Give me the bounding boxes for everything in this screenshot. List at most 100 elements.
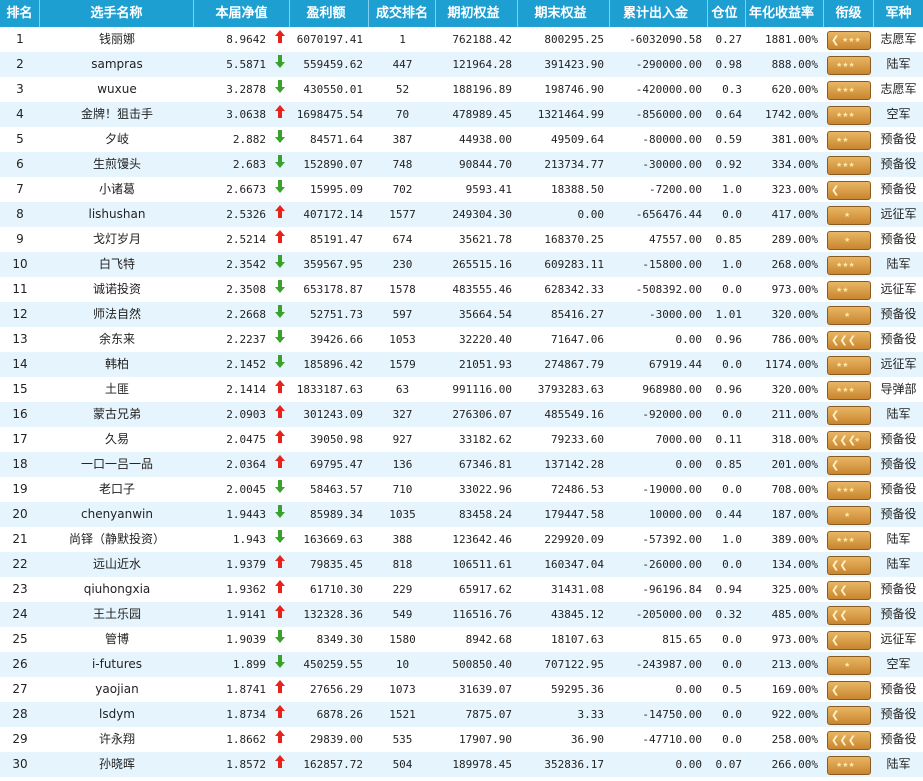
player-name-link[interactable]: 小诸葛: [40, 177, 194, 202]
military-rank-insignia-icon: ★: [827, 206, 871, 225]
player-name-link[interactable]: 金牌！狙击手: [40, 102, 194, 127]
header-annual-return[interactable]: 年化收益率: [746, 0, 824, 27]
table-row[interactable]: 18 一口一吕一品 2.0364 69795.47 136 67346.81 137142.…: [0, 452, 923, 477]
begin-equity-cell: 116516.76: [452, 608, 512, 621]
table-row[interactable]: 15 土匪 2.1414 1833187.63 63 991116.00 3793283.6…: [0, 377, 923, 402]
header-army-branch[interactable]: 军种: [874, 0, 923, 27]
nav-cell: 5.5871: [226, 58, 266, 71]
military-rank-insignia-icon: ❮: [827, 406, 871, 425]
player-name-link[interactable]: 管博: [40, 627, 194, 652]
table-row[interactable]: 3 wuxue 3.2878 430550.01 52 188196.89 198746.9…: [0, 77, 923, 102]
player-name-link[interactable]: 尚铎（静默投资）: [40, 527, 194, 552]
player-name-link[interactable]: 钱丽娜: [40, 27, 194, 52]
army-branch-cell: 预备役: [880, 157, 917, 171]
player-name-link[interactable]: 许永翔: [40, 727, 194, 752]
header-end-equity[interactable]: 期末权益: [518, 0, 610, 27]
player-name-link[interactable]: 土匪: [40, 377, 194, 402]
table-row[interactable]: 27 yaojian 1.8741 27656.29 1073 31639.07 59295…: [0, 677, 923, 702]
player-name-link[interactable]: 王土乐园: [40, 602, 194, 627]
table-row[interactable]: 21 尚铎（静默投资） 1.943 163669.63 388 123642.46 2299…: [0, 527, 923, 552]
player-name-link[interactable]: 生煎馒头: [40, 152, 194, 177]
header-rank[interactable]: 排名: [0, 0, 40, 27]
table-row[interactable]: 17 久易 2.0475 39050.98 927 33182.62 79233.60 700…: [0, 427, 923, 452]
table-row[interactable]: 25 管博 1.9039 8349.30 1580 8942.68 18107.63 815.…: [0, 627, 923, 652]
table-row[interactable]: 6 生煎馒头 2.683 152890.07 748 90844.70 213734.77 -…: [0, 152, 923, 177]
table-row[interactable]: 30 孙晓晖 1.8572 162857.72 504 189978.45 352836.1…: [0, 752, 923, 777]
player-name-link[interactable]: i-futures: [40, 652, 194, 677]
table-row[interactable]: 19 老口子 2.0045 58463.57 710 33022.96 72486.53 -1…: [0, 477, 923, 502]
player-name-link[interactable]: sampras: [40, 52, 194, 77]
arrow-down-icon: [270, 477, 290, 502]
nav-cell: 8.9642: [226, 33, 266, 46]
table-row[interactable]: 4 金牌！狙击手 3.0638 1698475.54 70 478989.45 132146…: [0, 102, 923, 127]
military-rank-insignia-icon: ★★: [827, 131, 871, 150]
annual-return-cell: 268.00%: [771, 258, 818, 271]
table-row[interactable]: 14 韩柏 2.1452 185896.42 1579 21051.93 274867.79…: [0, 352, 923, 377]
position-cell: 0.27: [715, 33, 743, 46]
table-row[interactable]: 23 qiuhongxia 1.9362 61710.30 229 65917.62 314…: [0, 577, 923, 602]
player-name-link[interactable]: 余东来: [40, 327, 194, 352]
profit-cell: 359567.95: [303, 258, 363, 271]
player-name-link[interactable]: lsdym: [40, 702, 194, 727]
player-name-link[interactable]: 戈灯岁月: [40, 227, 194, 252]
military-rank-insignia-icon: ❮❮: [827, 581, 871, 600]
player-name-link[interactable]: 远山近水: [40, 552, 194, 577]
player-name-link[interactable]: chenyanwin: [40, 502, 194, 527]
player-name-link[interactable]: 一口一吕一品: [40, 452, 194, 477]
header-nav[interactable]: 本届净值: [194, 0, 290, 27]
player-name-link[interactable]: 白飞特: [40, 252, 194, 277]
player-name-link[interactable]: 老口子: [40, 477, 194, 502]
table-row[interactable]: 22 远山近水 1.9379 79835.45 818 106511.61 160347.0…: [0, 552, 923, 577]
begin-equity-cell: 44938.00: [459, 133, 512, 146]
arrow-down-icon: [270, 352, 290, 377]
table-row[interactable]: 13 余东来 2.2237 39426.66 1053 32220.40 71647.06 0…: [0, 327, 923, 352]
header-name[interactable]: 选手名称: [40, 0, 194, 27]
table-row[interactable]: 8 lishushan 2.5326 407172.14 1577 249304.30 0.…: [0, 202, 923, 227]
table-row[interactable]: 24 王土乐园 1.9141 132328.36 549 116516.76 43845.1…: [0, 602, 923, 627]
header-begin-equity[interactable]: 期初权益: [436, 0, 518, 27]
player-name-link[interactable]: 师法自然: [40, 302, 194, 327]
player-name-link[interactable]: 诚诺投资: [40, 277, 194, 302]
table-row[interactable]: 29 许永翔 1.8662 29839.00 535 17907.90 36.90 -4771…: [0, 727, 923, 752]
player-name-link[interactable]: 夕岐: [40, 127, 194, 152]
player-name-link[interactable]: wuxue: [40, 77, 194, 102]
army-branch-cell: 陆军: [886, 532, 911, 546]
player-name-link[interactable]: 孙晓晖: [40, 752, 194, 777]
table-row[interactable]: 12 师法自然 2.2668 52751.73 597 35664.54 85416.27 -…: [0, 302, 923, 327]
table-row[interactable]: 16 蒙古兄弟 2.0903 301243.09 327 276306.07 485549.…: [0, 402, 923, 427]
table-row[interactable]: 11 诚诺投资 2.3508 653178.87 1578 483555.46 628342…: [0, 277, 923, 302]
army-branch-cell: 预备役: [880, 457, 917, 471]
arrow-down-icon: [270, 252, 290, 277]
table-row[interactable]: 7 小诸葛 2.6673 15995.09 702 9593.41 18388.50 -720…: [0, 177, 923, 202]
military-rank-cell: ❮❮❮: [824, 727, 874, 752]
nav-cell: 1.8572: [226, 758, 266, 771]
table-row[interactable]: 10 白飞特 2.3542 359567.95 230 265515.16 609283.1…: [0, 252, 923, 277]
table-row[interactable]: 5 夕岐 2.882 84571.64 387 44938.00 49509.64 -8000…: [0, 127, 923, 152]
table-row[interactable]: 2 sampras 5.5871 559459.62 447 121964.28 39142…: [0, 52, 923, 77]
rank-cell: 30: [12, 757, 28, 771]
table-row[interactable]: 20 chenyanwin 1.9443 85989.34 1035 83458.24 17…: [0, 502, 923, 527]
header-trade-rank[interactable]: 成交排名: [369, 0, 436, 27]
player-name-link[interactable]: 韩柏: [40, 352, 194, 377]
header-position[interactable]: 仓位: [708, 0, 746, 27]
player-name-link[interactable]: lishushan: [40, 202, 194, 227]
position-cell: 0.0: [722, 558, 742, 571]
player-name-link[interactable]: qiuhongxia: [40, 577, 194, 602]
begin-equity-cell: 35621.78: [459, 233, 512, 246]
profit-cell: 52751.73: [310, 308, 363, 321]
player-name-link[interactable]: 蒙古兄弟: [40, 402, 194, 427]
cash-flow-cell: 47557.00: [649, 233, 702, 246]
header-cash-flow[interactable]: 累计出入金: [610, 0, 708, 27]
table-row[interactable]: 28 lsdym 1.8734 6878.26 1521 7875.07 3.33 -1475…: [0, 702, 923, 727]
end-equity-cell: 160347.04: [544, 558, 604, 571]
begin-equity-cell: 189978.45: [452, 758, 512, 771]
table-row[interactable]: 26 i-futures 1.899 450259.55 10 500850.40 7071…: [0, 652, 923, 677]
annual-return-cell: 323.00%: [771, 183, 818, 196]
annual-return-cell: 187.00%: [771, 508, 818, 521]
player-name-link[interactable]: 久易: [40, 427, 194, 452]
table-row[interactable]: 9 戈灯岁月 2.5214 85191.47 674 35621.78 168370.25 4…: [0, 227, 923, 252]
header-military-rank[interactable]: 衔级: [824, 0, 874, 27]
header-profit[interactable]: 盈利额: [290, 0, 369, 27]
table-row[interactable]: 1 钱丽娜 8.9642 6070197.41 1 762188.42 800295.25 -…: [0, 27, 923, 52]
player-name-link[interactable]: yaojian: [40, 677, 194, 702]
